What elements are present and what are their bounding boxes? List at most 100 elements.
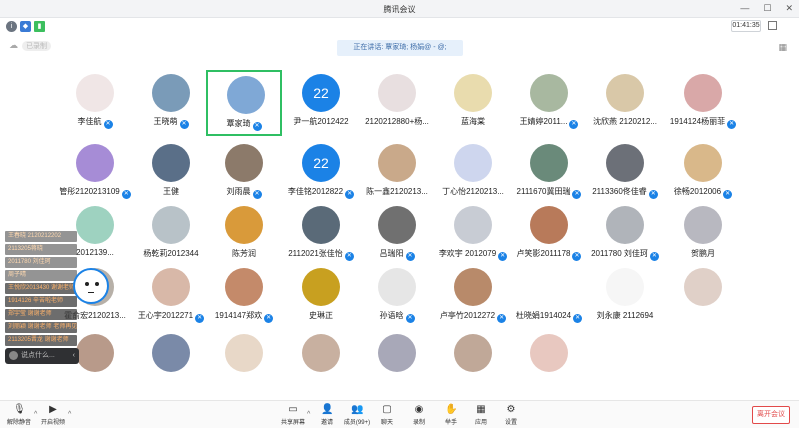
mic-muted-icon: ✕ xyxy=(103,120,113,129)
participant-name: 陈一鑫2120213... xyxy=(355,186,439,197)
participant-tile[interactable]: 吕瑞阳 ✕ xyxy=(359,202,435,268)
participant-name-text: 王心宇2012271 xyxy=(137,311,194,320)
avatar xyxy=(225,206,263,244)
participant-tile[interactable]: 2112021张佳怡 ✕ xyxy=(283,202,359,268)
participant-name: 王婧婷2011... ✕ xyxy=(507,116,591,129)
mic-muted-icon: ✕ xyxy=(497,314,507,323)
participant-tile[interactable] xyxy=(206,330,282,396)
avatar xyxy=(684,268,722,306)
participant-tile[interactable]: 陈一鑫2120213... xyxy=(359,140,435,206)
avatar xyxy=(378,206,416,244)
participant-tile[interactable] xyxy=(133,330,209,396)
participant-tile[interactable]: 2120212880+杨... xyxy=(359,70,435,136)
share-screen-button[interactable]: ▭ 共享屏幕 xyxy=(276,404,310,426)
participant-name: 王心宇2012271 ✕ xyxy=(129,310,213,323)
mic-muted-icon: ✕ xyxy=(405,252,415,261)
participant-tile[interactable]: 王健 xyxy=(133,140,209,206)
participant-tile[interactable]: 陈芳润 xyxy=(206,202,282,268)
participant-tile[interactable]: 王婧婷2011... ✕ xyxy=(511,70,587,136)
record-icon: ◉ xyxy=(414,404,424,415)
mic-muted-icon: ✕ xyxy=(252,122,262,131)
participant-tile[interactable]: 管彤2120213109 ✕ xyxy=(57,140,133,206)
participant-tile[interactable]: 王心宇2012271 ✕ xyxy=(133,264,209,330)
participant-name-text: 刘永康 2112694 xyxy=(596,311,654,320)
participant-tile[interactable]: 杨乾莉2012344 xyxy=(133,202,209,268)
avatar xyxy=(454,144,492,182)
participant-tile[interactable]: 杜晓娟1914024 ✕ xyxy=(511,264,587,330)
mic-muted-icon: ✕ xyxy=(179,120,189,129)
video-button[interactable]: ▶ 开启视频 xyxy=(36,404,70,426)
participant-name-text: 史琳正 xyxy=(309,311,333,320)
emoji-icon[interactable] xyxy=(9,351,18,360)
avatar xyxy=(378,144,416,182)
participant-name: 2120212880+杨... xyxy=(355,116,439,127)
assistant-avatar[interactable] xyxy=(73,268,109,304)
participant-tile[interactable]: 卢笑影2011178 ✕ xyxy=(511,202,587,268)
record-button[interactable]: ◉ 录制 xyxy=(402,404,436,426)
mute-button[interactable]: 🎙 解除静音 xyxy=(2,404,36,426)
participant-tile[interactable] xyxy=(511,330,587,396)
participant-tile[interactable] xyxy=(665,264,741,330)
participant-name-text: 覃家琦 xyxy=(226,119,251,128)
participant-tile[interactable] xyxy=(283,330,359,396)
participant-tile[interactable]: 贺鹏月 xyxy=(665,202,741,268)
participant-tile[interactable]: 沈欣燕 2120212... xyxy=(587,70,663,136)
hand-icon: ✋ xyxy=(445,404,458,415)
participant-name-text: 沈欣燕 2120212... xyxy=(592,117,658,126)
chat-input-placeholder: 说点什么... xyxy=(21,352,55,359)
chat-input[interactable]: 说点什么... ‹ xyxy=(5,348,79,364)
chat-message: 2113205蒋晓 xyxy=(5,244,77,255)
participant-name: 卢笑影2011178 ✕ xyxy=(507,248,591,261)
participant-name-text: 陈芳润 xyxy=(232,249,256,258)
avatar: 22 xyxy=(302,144,340,182)
apps-button[interactable]: ▦ 应用 xyxy=(464,404,498,426)
participant-tile[interactable]: 李佳航 ✕ xyxy=(57,70,133,136)
participant-tile[interactable]: 2011780 刘佳珂 ✕ xyxy=(587,202,663,268)
participant-name: 尹一航2012422 xyxy=(279,116,363,127)
assistant-mouth xyxy=(88,291,94,293)
participant-tile[interactable]: 2111670冀田瑞 ✕ xyxy=(511,140,587,206)
participant-name-text: 丁心怡2120213... xyxy=(442,187,504,196)
participant-tile[interactable]: 1914147郑欢 ✕ xyxy=(206,264,282,330)
participant-name-text: 王健 xyxy=(163,187,179,196)
participant-tile[interactable]: 2113360佟佳睿 ✕ xyxy=(587,140,663,206)
chat-button[interactable]: ▢ 聊天 xyxy=(370,404,404,426)
participant-tile[interactable] xyxy=(359,330,435,396)
avatar xyxy=(606,206,644,244)
invite-button[interactable]: 👤 邀请 xyxy=(310,404,344,426)
participant-tile[interactable]: 刘永康 2112694 xyxy=(587,264,663,330)
avatar xyxy=(378,74,416,112)
chevron-up-icon[interactable]: ^ xyxy=(68,411,71,418)
participant-grid: 李佳航 ✕ 王晓萌 ✕ 覃家琦 ✕ 22 尹一航2012422 2120212880+杨... 蓝… xyxy=(0,0,799,400)
participant-tile[interactable]: 蓝海棠 xyxy=(435,70,511,136)
members-button[interactable]: 👥 成员(99+) xyxy=(340,404,374,426)
participant-tile[interactable]: 1914124杨丽菲 ✕ xyxy=(665,70,741,136)
participant-name: 史琳正 xyxy=(279,310,363,321)
participant-tile[interactable]: 22 李佳铭2012822 ✕ xyxy=(283,140,359,206)
raise-hand-button[interactable]: ✋ 举手 xyxy=(434,404,468,426)
chat-message: 2113205晋龙 谢谢老师 xyxy=(5,335,77,346)
participant-tile[interactable]: 史琳正 xyxy=(283,264,359,330)
participant-tile[interactable]: 丁心怡2120213... xyxy=(435,140,511,206)
participant-tile[interactable]: 徐畅2012006 ✕ xyxy=(665,140,741,206)
participant-name-text: 2113360佟佳睿 xyxy=(592,187,647,196)
participant-tile[interactable]: 卢亭竹2012272 ✕ xyxy=(435,264,511,330)
participant-tile[interactable]: 李欢宇 2012079 ✕ xyxy=(435,202,511,268)
invite-icon: 👤 xyxy=(321,404,334,415)
leave-meeting-button[interactable]: 离开会议 xyxy=(752,406,790,424)
settings-button[interactable]: ⚙ 设置 xyxy=(494,404,528,426)
mic-muted-icon: ✕ xyxy=(405,314,415,323)
avatar xyxy=(152,334,190,372)
close-icon[interactable]: ‹ xyxy=(73,348,75,364)
avatar xyxy=(454,74,492,112)
participant-tile[interactable]: 22 尹一航2012422 xyxy=(283,70,359,136)
mic-muted-icon: ✕ xyxy=(344,252,354,261)
participant-name: 2113360佟佳睿 ✕ xyxy=(583,186,667,199)
participant-tile[interactable] xyxy=(435,330,511,396)
participant-tile[interactable]: 刘雨晨 ✕ xyxy=(206,140,282,206)
participant-tile[interactable]: 孙语晗 ✕ xyxy=(359,264,435,330)
participant-name: 2112021张佳怡 ✕ xyxy=(279,248,363,261)
participant-tile[interactable]: 覃家琦 ✕ xyxy=(206,70,282,136)
participant-tile[interactable]: 王晓萌 ✕ xyxy=(133,70,209,136)
participant-name: 卢亭竹2012272 ✕ xyxy=(431,310,515,323)
